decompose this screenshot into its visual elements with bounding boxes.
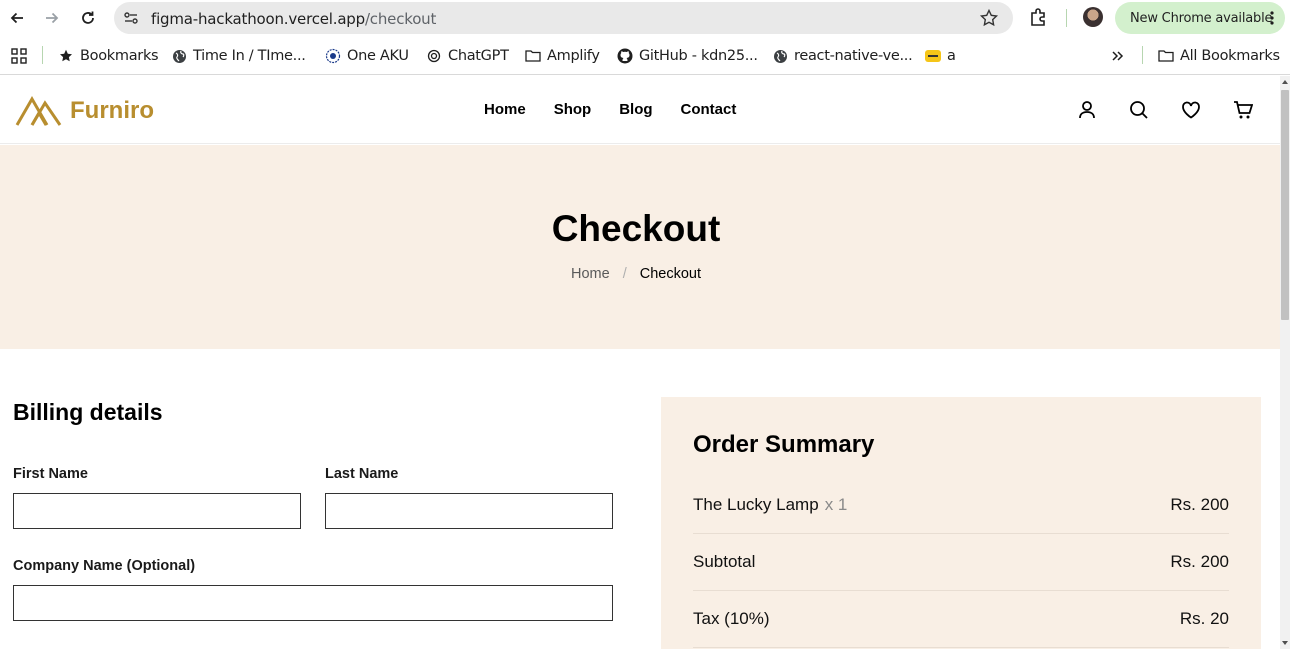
- site-info-icon[interactable]: [122, 9, 140, 27]
- reload-button[interactable]: [76, 6, 100, 30]
- cart-button[interactable]: [1232, 99, 1254, 121]
- site-header: Furniro Home Shop Blog Contact: [0, 76, 1280, 144]
- more-bookmarks-button[interactable]: [1111, 46, 1125, 66]
- bookmarks-bar: Bookmarks Time In / TIme... One AKU Chat…: [0, 36, 1290, 75]
- github-icon: [617, 48, 633, 64]
- nav-home[interactable]: Home: [484, 101, 526, 118]
- order-summary-heading: Order Summary: [693, 431, 875, 458]
- all-bookmarks-button[interactable]: All Bookmarks: [1158, 46, 1280, 66]
- nav-contact[interactable]: Contact: [681, 101, 737, 118]
- address-bar[interactable]: figma-hackathoon.vercel.app/checkout: [114, 2, 1013, 34]
- double-chevron-right-icon: [1112, 51, 1124, 61]
- subtotal-label: Subtotal: [693, 552, 756, 571]
- globe-icon: [171, 48, 187, 64]
- user-icon: [1079, 101, 1095, 119]
- apps-button[interactable]: [11, 46, 27, 66]
- last-name-input[interactable]: [325, 493, 613, 529]
- nav-blog[interactable]: Blog: [619, 101, 652, 118]
- reload-icon: [82, 11, 94, 24]
- furniro-logo-icon: [15, 96, 62, 126]
- bookmark-item[interactable]: Time In / TIme...: [171, 46, 306, 66]
- bookmark-folder[interactable]: Amplify: [525, 46, 600, 66]
- page-viewport: Furniro Home Shop Blog Contact Checkout …: [0, 76, 1280, 649]
- bookmark-label: Amplify: [547, 48, 600, 64]
- globe-icon: [772, 48, 788, 64]
- breadcrumb-home-link[interactable]: Home: [571, 266, 610, 282]
- breadcrumb-current: Checkout: [639, 266, 702, 282]
- bookmark-label: Time In / TIme...: [193, 48, 306, 64]
- back-arrow-icon: [10, 12, 23, 24]
- bookmark-label: react-native-ve...: [794, 48, 913, 64]
- toolbar-divider: [1066, 9, 1067, 27]
- bookmark-label: ChatGPT: [448, 48, 509, 64]
- url-text: figma-hackathoon.vercel.app/checkout: [151, 10, 437, 28]
- item-quantity: x 1: [824, 495, 848, 514]
- account-button[interactable]: [1076, 99, 1098, 121]
- subtotal-value: Rs. 200: [1170, 552, 1229, 571]
- order-summary: Order Summary The Lucky Lamp x 1 Rs. 200 …: [661, 397, 1261, 649]
- aku-icon: [325, 48, 341, 64]
- company-name-label: Company Name (Optional): [13, 558, 196, 574]
- nav-shop[interactable]: Shop: [554, 101, 592, 118]
- scrollbar-thumb[interactable]: [1281, 90, 1289, 320]
- back-button[interactable]: [5, 6, 29, 30]
- forward-arrow-icon: [46, 12, 59, 24]
- brand-name: Furniro: [70, 97, 154, 124]
- bookmarks-divider: [1142, 46, 1143, 64]
- breadcrumb: Home / Checkout: [0, 266, 1272, 282]
- wishlist-button[interactable]: [1180, 99, 1202, 121]
- first-name-label: First Name: [13, 466, 88, 482]
- item-price: Rs. 200: [1170, 495, 1229, 514]
- order-item-row: The Lucky Lamp x 1 Rs. 200: [693, 477, 1229, 534]
- apps-grid-icon: [11, 48, 27, 64]
- scroll-down-arrow-icon[interactable]: [1282, 641, 1288, 645]
- last-name-label: Last Name: [325, 466, 399, 482]
- heart-icon: [1182, 101, 1200, 119]
- first-name-input[interactable]: [13, 493, 301, 529]
- tax-value: Rs. 20: [1179, 609, 1229, 628]
- order-item: The Lucky Lamp x 1: [693, 495, 847, 515]
- billing-details-heading: Billing details: [13, 399, 163, 425]
- bookmark-star-icon[interactable]: [979, 8, 999, 28]
- all-bookmarks-label: All Bookmarks: [1180, 48, 1280, 64]
- page-scrollbar[interactable]: [1280, 76, 1290, 649]
- company-name-input[interactable]: [13, 585, 613, 621]
- page-title: Checkout: [551, 208, 721, 249]
- bookmarks-divider: [42, 46, 43, 64]
- folder-icon: [1158, 48, 1174, 64]
- cart-icon: [1234, 101, 1253, 119]
- profile-avatar[interactable]: [1083, 7, 1103, 27]
- bookmark-favicon: [925, 48, 941, 64]
- chatgpt-icon: [426, 48, 442, 64]
- search-button[interactable]: [1128, 99, 1150, 121]
- bookmark-item[interactable]: react-native-ve...: [772, 46, 913, 66]
- bookmark-item[interactable]: One AKU: [325, 46, 409, 66]
- star-icon: [58, 48, 74, 64]
- site-logo[interactable]: Furniro: [15, 96, 154, 126]
- tax-row: Tax (10%) Rs. 20: [693, 591, 1229, 648]
- breadcrumb-separator: /: [622, 266, 627, 282]
- kebab-menu-icon[interactable]: [1269, 10, 1275, 26]
- subtotal-row: Subtotal Rs. 200: [693, 534, 1229, 591]
- main-nav: Home Shop Blog Contact: [484, 101, 764, 118]
- update-label: New Chrome available: [1130, 11, 1273, 26]
- bookmark-item[interactable]: GitHub - kdn25...: [617, 46, 758, 66]
- item-name: The Lucky Lamp: [693, 495, 819, 514]
- page-hero: Checkout Home / Checkout: [0, 145, 1280, 349]
- bookmark-item[interactable]: ChatGPT: [426, 46, 509, 66]
- scroll-up-arrow-icon[interactable]: [1282, 80, 1288, 84]
- folder-icon: [525, 48, 541, 64]
- bookmark-label: Bookmarks: [80, 48, 159, 64]
- bookmark-label: One AKU: [347, 48, 409, 64]
- bookmark-item[interactable]: Bookmarks: [58, 46, 159, 66]
- browser-toolbar: figma-hackathoon.vercel.app/checkout New…: [0, 0, 1290, 36]
- tax-label: Tax (10%): [693, 609, 770, 628]
- bookmark-label: GitHub - kdn25...: [639, 48, 758, 64]
- search-icon: [1130, 101, 1148, 119]
- chrome-update-button[interactable]: New Chrome available: [1115, 2, 1285, 34]
- forward-button[interactable]: [40, 6, 64, 30]
- bookmark-item[interactable]: a: [925, 46, 956, 66]
- bookmark-label: a: [947, 48, 956, 64]
- extensions-icon[interactable]: [1028, 6, 1050, 28]
